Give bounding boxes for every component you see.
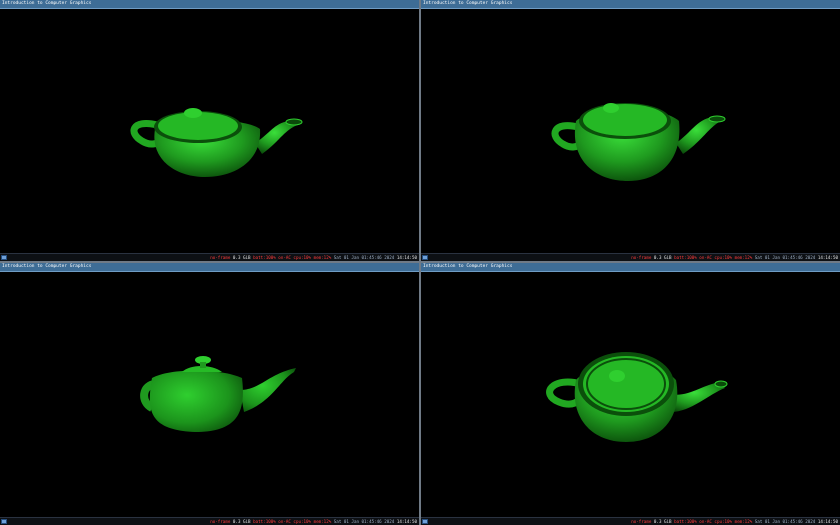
teapot-render — [551, 103, 726, 181]
status-bar: no-frame 0.3 GiB batt:100% on-AC cpu:10%… — [0, 517, 419, 525]
window-titlebar[interactable]: Introduction to Computer Graphics — [421, 263, 840, 272]
app-menu-icon[interactable] — [1, 519, 7, 524]
window-titlebar[interactable]: Introduction to Computer Graphics — [0, 263, 419, 272]
status-bar: no-frame 0.3 GiB batt:100% on-AC cpu:10%… — [0, 253, 419, 261]
pane-top-left[interactable]: Introduction to Computer Graphics no-fra… — [0, 0, 419, 261]
window-titlebar[interactable]: Introduction to Computer Graphics — [421, 0, 840, 9]
teapot-render — [140, 356, 296, 432]
gl-viewport[interactable] — [0, 272, 419, 517]
app-menu-icon[interactable] — [422, 519, 428, 524]
status-text: no-frame 0.3 GiB batt:100% on-AC cpu:10%… — [210, 519, 417, 524]
status-bar: no-frame 0.3 GiB batt:100% on-AC cpu:10%… — [421, 253, 840, 261]
pane-bottom-left[interactable]: Introduction to Computer Graphics no-fra… — [0, 263, 419, 525]
gl-viewport[interactable] — [421, 9, 840, 253]
window-title: Introduction to Computer Graphics — [423, 1, 513, 6]
pane-top-right[interactable]: Introduction to Computer Graphics no-fra… — [421, 0, 840, 261]
gl-viewport[interactable] — [0, 9, 419, 253]
window-title: Introduction to Computer Graphics — [2, 1, 92, 6]
status-text: no-frame 0.3 GiB batt:100% on-AC cpu:10%… — [210, 255, 417, 260]
window-titlebar[interactable]: Introduction to Computer Graphics — [0, 0, 419, 9]
teapot-render — [546, 352, 728, 442]
gl-viewport[interactable] — [421, 272, 840, 517]
window-title: Introduction to Computer Graphics — [2, 264, 92, 269]
pane-bottom-right[interactable]: Introduction to Computer Graphics no-fra… — [421, 263, 840, 525]
app-menu-icon[interactable] — [422, 255, 428, 260]
pane-divider-horizontal[interactable] — [0, 261, 840, 263]
status-text: no-frame 0.3 GiB batt:100% on-AC cpu:10%… — [631, 255, 838, 260]
status-bar: no-frame 0.3 GiB batt:100% on-AC cpu:10%… — [421, 517, 840, 525]
window-title: Introduction to Computer Graphics — [423, 264, 513, 269]
app-menu-icon[interactable] — [1, 255, 7, 260]
status-text: no-frame 0.3 GiB batt:100% on-AC cpu:10%… — [631, 519, 838, 524]
teapot-render — [130, 108, 303, 177]
